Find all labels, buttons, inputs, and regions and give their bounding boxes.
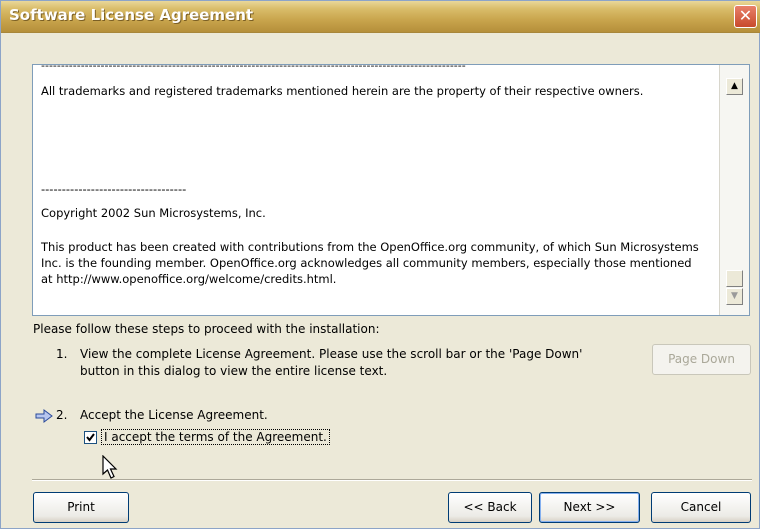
- mouse-cursor-icon: [102, 455, 118, 479]
- print-label: Print: [67, 500, 95, 514]
- step-1-text: View the complete License Agreement. Ple…: [80, 347, 583, 378]
- steps-intro: Please follow these steps to proceed wit…: [33, 322, 380, 336]
- page-down-label: Page Down: [668, 352, 735, 366]
- scroll-up-button[interactable]: ▲: [726, 78, 743, 95]
- next-label: Next >>: [563, 500, 616, 514]
- accept-checkbox[interactable]: [84, 431, 97, 444]
- cancel-label: Cancel: [680, 500, 722, 514]
- trademark-paragraph: All trademarks and registered trademarks…: [41, 84, 644, 98]
- license-text-area[interactable]: ----------------------------------------…: [32, 64, 750, 316]
- scroll-thumb[interactable]: [726, 270, 743, 287]
- vertical-scrollbar[interactable]: ▲ ▼: [719, 65, 749, 315]
- close-button[interactable]: ✕: [734, 5, 757, 28]
- license-dialog: Software License Agreement ✕ -----------…: [0, 0, 760, 529]
- contribution-paragraph: This product has been created with contr…: [41, 240, 699, 286]
- step-1-number: 1.: [56, 347, 68, 361]
- step-2-number: 2.: [56, 408, 68, 422]
- back-label: << Back: [463, 500, 517, 514]
- next-button[interactable]: Next >>: [539, 492, 640, 523]
- separator-dashes: ----------------------------------------…: [41, 64, 466, 72]
- cancel-button[interactable]: Cancel: [651, 492, 751, 523]
- print-button[interactable]: Print: [33, 492, 129, 523]
- window-title: Software License Agreement: [9, 6, 254, 24]
- footer-divider: [32, 479, 752, 481]
- checkmark-icon: [86, 433, 95, 442]
- page-down-button[interactable]: Page Down: [652, 344, 751, 375]
- separator-dashes: -----------------------------------: [41, 182, 187, 196]
- title-bar[interactable]: Software License Agreement ✕: [1, 1, 760, 33]
- scroll-down-button[interactable]: ▼: [726, 288, 743, 305]
- accept-checkbox-label[interactable]: I accept the terms of the Agreement.: [101, 429, 330, 445]
- back-button[interactable]: << Back: [448, 492, 532, 523]
- right-arrow-icon: [35, 409, 53, 423]
- step-2-text: Accept the License Agreement.: [80, 408, 268, 422]
- copyright-line: Copyright 2002 Sun Microsystems, Inc.: [41, 206, 266, 220]
